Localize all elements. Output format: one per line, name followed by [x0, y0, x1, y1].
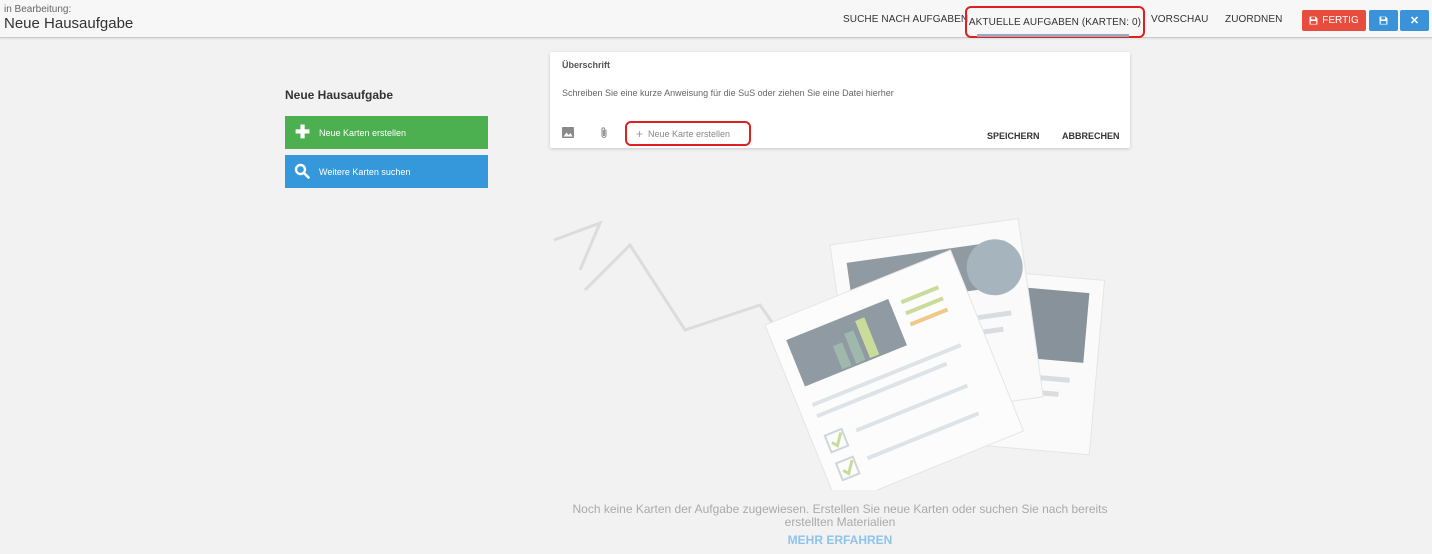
close-button[interactable]: ✕ — [1400, 10, 1429, 31]
new-card-link[interactable]: + Neue Karte erstellen — [625, 121, 751, 146]
empty-state-message: Noch keine Karten der Aufgabe zugewiesen… — [572, 502, 1108, 529]
left-panel-title: Neue Hausaufgabe — [285, 88, 394, 102]
image-icon[interactable] — [562, 127, 574, 138]
empty-state-illustration — [553, 217, 1106, 490]
tab-preview[interactable]: VORSCHAU — [1151, 0, 1208, 38]
search-icon — [294, 163, 310, 179]
edit-status-label: in Bearbeitung: — [4, 4, 72, 15]
learn-more-link[interactable]: MEHR ERFAHREN — [560, 533, 1120, 547]
done-button-label: FERTIG — [1322, 15, 1359, 26]
create-new-cards-button[interactable]: ✚ Neue Karten erstellen — [285, 116, 488, 149]
tab-current-tasks-label: AKTUELLE AUFGABEN (KARTEN: 0) — [968, 16, 1142, 28]
active-tab-indicator — [977, 34, 1129, 37]
instruction-input[interactable]: Schreiben Sie eine kurze Anweisung für d… — [562, 88, 894, 98]
editor-cancel-button[interactable]: ABBRECHEN — [1062, 131, 1120, 141]
save-icon — [1309, 16, 1318, 25]
heading-input[interactable]: Überschrift — [562, 60, 610, 70]
plus-icon: + — [636, 126, 644, 141]
editor-save-button[interactable]: SPEICHERN — [987, 131, 1040, 141]
tab-assign[interactable]: ZUORDNEN — [1225, 0, 1282, 38]
done-button[interactable]: FERTIG — [1302, 10, 1366, 31]
search-more-cards-label: Weitere Karten suchen — [319, 166, 411, 177]
create-new-cards-label: Neue Karten erstellen — [319, 127, 407, 138]
paperclip-icon[interactable] — [599, 126, 609, 139]
floppy-disk-icon — [1379, 16, 1388, 25]
tab-search-tasks[interactable]: SUCHE NACH AUFGABEN — [843, 0, 968, 38]
close-icon: ✕ — [1409, 15, 1420, 27]
new-card-label: Neue Karte erstellen — [648, 128, 731, 139]
plus-icon: ✚ — [295, 122, 311, 142]
search-more-cards-button[interactable]: Weitere Karten suchen — [285, 155, 488, 188]
top-bar: in Bearbeitung: Neue Hausaufgabe SUCHE N… — [0, 0, 1432, 38]
tab-current-tasks[interactable]: AKTUELLE AUFGABEN (KARTEN: 0) — [965, 6, 1145, 38]
task-editor: Überschrift Schreiben Sie eine kurze Anw… — [550, 52, 1130, 148]
page-title: Neue Hausaufgabe — [4, 15, 134, 32]
save-button[interactable] — [1369, 10, 1398, 31]
